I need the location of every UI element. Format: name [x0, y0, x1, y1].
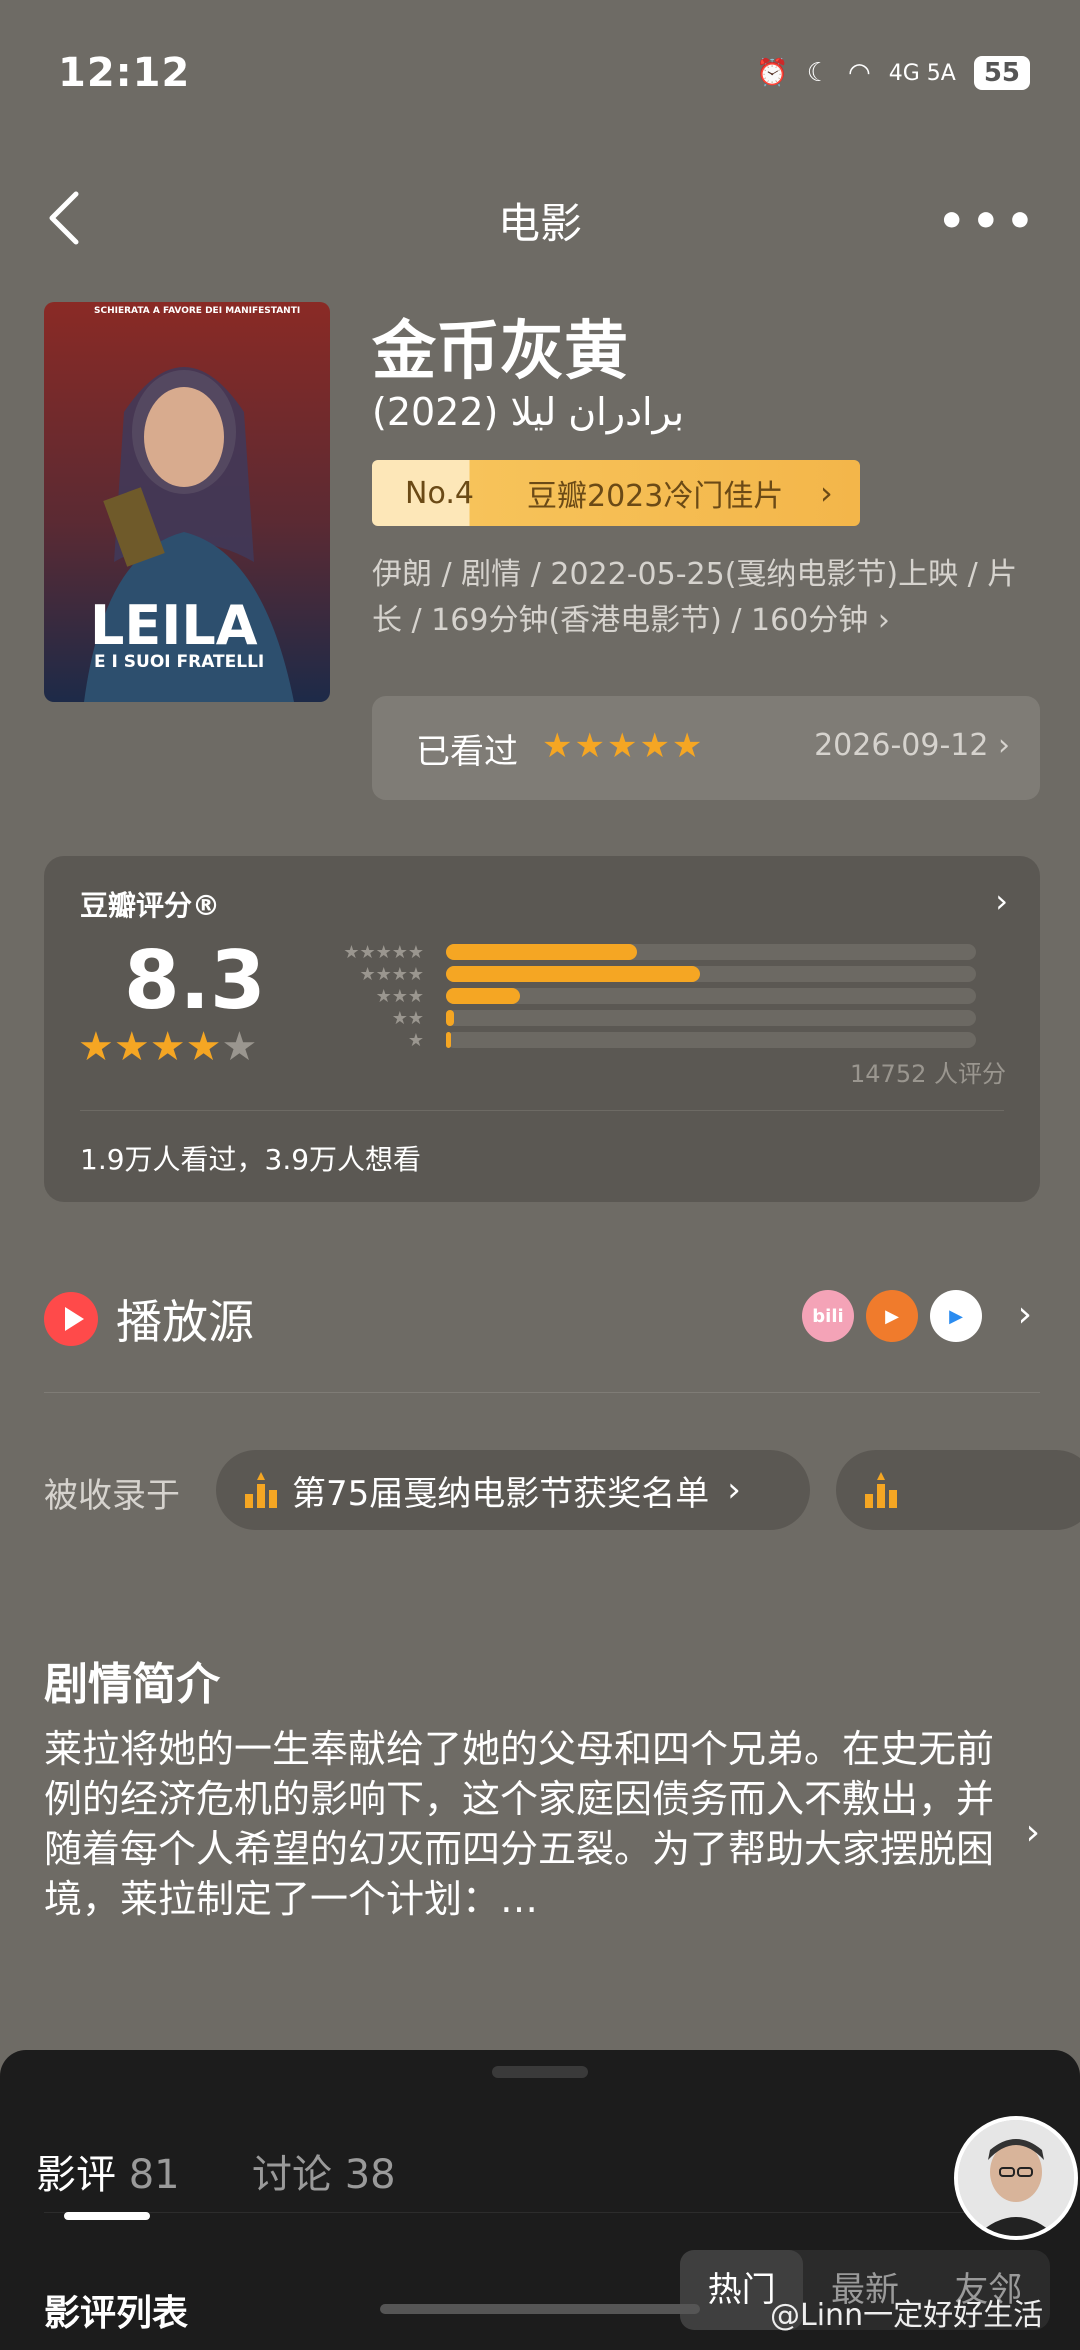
distribution-row: ★★★★ [314, 963, 976, 985]
watched-status[interactable]: 已看过 ★★★★★ 2026-09-12 › [372, 696, 1040, 800]
rank-label: 豆瓣2023冷门佳片 [527, 479, 784, 514]
movie-title: 金币灰黄 [372, 315, 628, 389]
distribution-row: ★★ [314, 1007, 976, 1029]
distribution-stars: ★★ [391, 1007, 424, 1029]
status-icons: ⏰ ☾ ◠ 4G 5A 55 [756, 56, 1030, 90]
watched-date: 2026-09-12 › [814, 728, 1010, 763]
ranking-badge[interactable]: No.4 豆瓣2023冷门佳片 › [372, 460, 860, 526]
home-indicator[interactable] [380, 2304, 700, 2314]
collections-label: 被收录于 [44, 1476, 180, 1516]
watched-label: 已看过 [416, 732, 518, 772]
rating-stars: ★★★★★ [78, 1024, 257, 1070]
movie-original-title: برادران لیلا (2022) [372, 390, 685, 434]
chevron-right-icon: › [877, 603, 890, 638]
my-rating-stars: ★★★★★ [542, 726, 705, 766]
tab-indicator [64, 2212, 150, 2220]
review-list-title: 影评列表 [44, 2293, 189, 2334]
network-label: 4G 5A [888, 60, 956, 86]
distribution-bar [446, 966, 701, 982]
tab-count: 81 [128, 2152, 180, 2198]
divider [80, 1110, 1004, 1111]
collection-chip[interactable]: 第75届戛纳电影节获奖名单 › [216, 1450, 810, 1530]
moon-icon: ☾ [806, 58, 831, 88]
play-icon [44, 1292, 98, 1346]
synopsis-text[interactable]: 莱拉将她的一生奉献给了她的父母和四个兄弟。在史无前例的经济危机的影响下，这个家庭… [44, 1724, 1004, 1924]
tab-discussions[interactable]: 讨论 38 [252, 2142, 396, 2200]
distribution-stars: ★★★★★ [343, 941, 424, 963]
wifi-icon: ◠ [848, 58, 871, 88]
movie-poster[interactable]: SCHIERATA A FAVORE DEI MANIFESTANTI LEIL… [44, 302, 330, 702]
play-source-row[interactable]: 播放源 bili ▶ ▶ › [44, 1280, 1040, 1360]
chevron-right-icon: › [995, 882, 1008, 920]
poster-subtitle: E I SUOI FRATELLI [94, 652, 265, 672]
drag-handle[interactable] [492, 2066, 588, 2078]
tencent-video-icon: ▶ [930, 1290, 982, 1342]
tab-reviews[interactable]: 影评 81 [36, 2142, 180, 2200]
bilibili-icon: bili [802, 1290, 854, 1342]
distribution-bar [446, 944, 637, 960]
watermark: @Linn一定好好生活 [770, 2298, 1044, 2333]
tab-label: 讨论 [252, 2152, 332, 2198]
battery-icon: 55 [973, 56, 1030, 90]
distribution-stars: ★★★ [375, 985, 424, 1007]
distribution-stars: ★★★★ [359, 963, 424, 985]
collection-name: 第75届戛纳电影节获奖名单 [292, 1473, 710, 1514]
tab-count: 38 [344, 2152, 396, 2198]
trophy-icon [244, 1472, 278, 1508]
distribution-bar [446, 1032, 452, 1048]
collection-chip[interactable] [836, 1450, 1080, 1530]
stars-filled: ★★★★ [78, 1024, 222, 1070]
tab-label: 影评 [36, 2152, 116, 2198]
distribution-bar [446, 988, 521, 1004]
movie-meta[interactable]: 伊朗 / 剧情 / 2022-05-25(戛纳电影节)上映 / 片长 / 169… [372, 552, 1032, 644]
divider [44, 2212, 1040, 2213]
distribution-row: ★★★ [314, 985, 976, 1007]
poster-top-text: SCHIERATA A FAVORE DEI MANIFESTANTI [94, 306, 301, 316]
page-title: 电影 [497, 199, 582, 248]
rating-title: 豆瓣评分® [80, 889, 221, 922]
divider [44, 1392, 1040, 1393]
avatar[interactable] [954, 2116, 1078, 2240]
distribution-bar [446, 1010, 454, 1026]
synopsis-title: 剧情简介 [44, 1659, 220, 1710]
distribution-stars: ★ [407, 1029, 424, 1051]
rating-score: 8.3 [124, 934, 266, 1027]
chevron-right-icon: › [1017, 1294, 1032, 1335]
xigua-icon: ▶ [866, 1290, 918, 1342]
watch-stats: 1.9万人看过，3.9万人想看 [80, 1143, 422, 1176]
alarm-icon: ⏰ [756, 58, 789, 88]
poster-title: LEILA [90, 594, 258, 657]
distribution-row: ★ [314, 1029, 976, 1051]
chevron-right-icon: › [820, 474, 833, 512]
rank-number: No.4 [405, 475, 474, 511]
movie-meta-text: 伊朗 / 剧情 / 2022-05-25(戛纳电影节)上映 / 片长 / 169… [372, 557, 1018, 638]
rating-count: 14752 人评分 [850, 1060, 1006, 1088]
rating-card[interactable]: 豆瓣评分® › 8.3 ★★★★★ ★★★★★ ★★★★ ★★★ ★★ ★ 14… [44, 856, 1040, 1202]
distribution-row: ★★★★★ [314, 941, 976, 963]
chevron-right-icon[interactable]: › [1026, 1812, 1040, 1853]
more-icon[interactable]: ••• [938, 196, 1040, 247]
status-time: 12:12 [58, 50, 191, 96]
trophy-icon [864, 1472, 898, 1508]
play-source-label: 播放源 [116, 1295, 254, 1349]
stars-empty: ★ [221, 1024, 258, 1070]
chevron-right-icon: › [727, 1470, 741, 1510]
